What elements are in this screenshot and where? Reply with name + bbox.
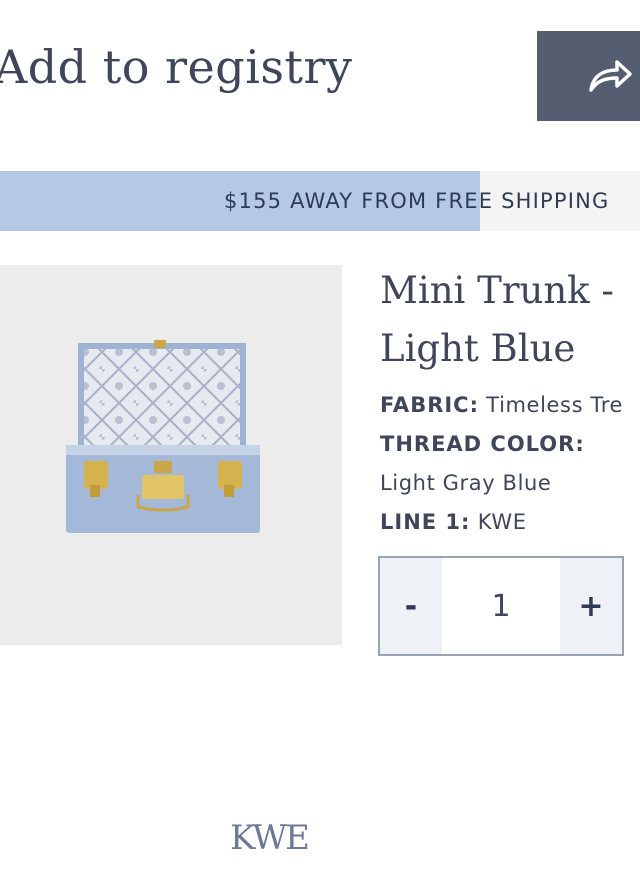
product-image[interactable]: KWE (0, 265, 342, 873)
monogram-text: KWE (230, 818, 308, 858)
monogram-preview: KWE (208, 798, 330, 873)
share-button[interactable] (537, 31, 640, 121)
thread-color-label: THREAD COLOR: (380, 432, 585, 456)
quantity-stepper: - 1 + (378, 556, 624, 656)
thread-color-value: Light Gray Blue (380, 471, 552, 495)
product-name: Mini Trunk - Light Blue (380, 269, 614, 370)
fabric-spec: FABRIC: Timeless Tre (380, 393, 623, 417)
free-shipping-progress: $155 AWAY FROM FREE SHIPPING (0, 171, 640, 231)
shipping-message: $155 AWAY FROM FREE SHIPPING (224, 189, 610, 213)
fabric-value: Timeless Tre (486, 393, 624, 417)
trunk-illustration (66, 340, 260, 533)
line1-value: KWE (477, 510, 527, 534)
add-to-registry-title[interactable]: Add to registry (0, 40, 352, 94)
line1-spec: LINE 1: KWE (380, 510, 527, 534)
line1-label: LINE 1: (380, 510, 471, 534)
monogram-art: KWE (230, 818, 310, 858)
fabric-label: FABRIC: (380, 393, 479, 417)
share-arrow-icon (589, 60, 632, 92)
